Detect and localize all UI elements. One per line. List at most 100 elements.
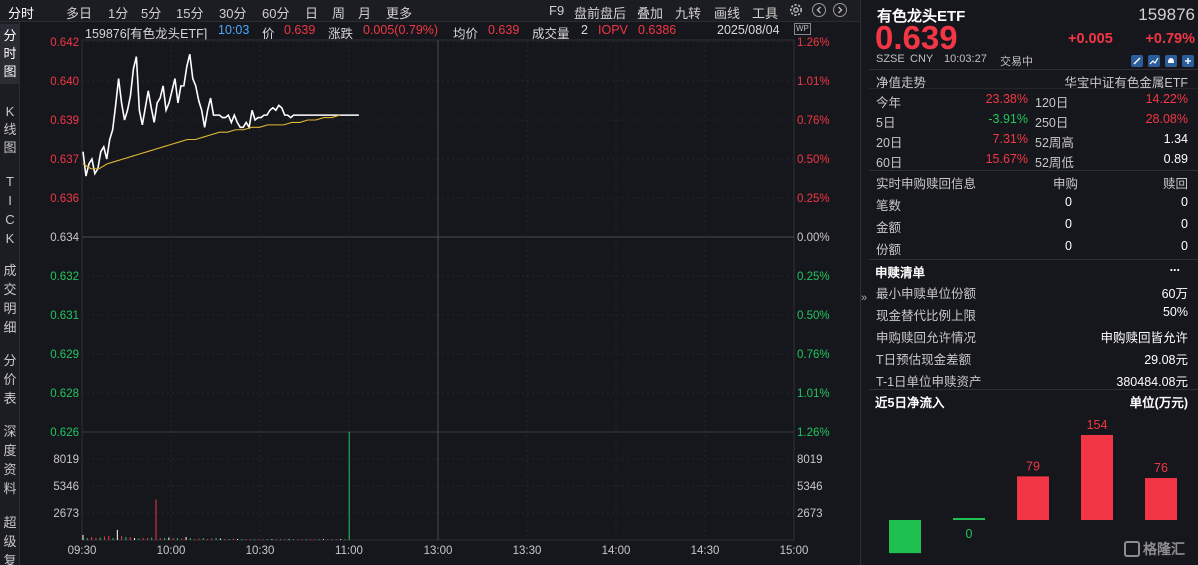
netflow-bar xyxy=(889,520,921,554)
subscription-row-label: 份额 xyxy=(876,243,902,257)
time-tick-label: 10:00 xyxy=(157,545,186,557)
redemption-row-value: 60万 xyxy=(1161,287,1188,301)
volume-tick-label: 8019 xyxy=(53,454,79,466)
redemption-row-value: 29.08元 xyxy=(1144,353,1188,367)
subscription-col-purchase: 申购 xyxy=(1053,177,1079,191)
time-tick-label: 14:30 xyxy=(691,545,720,557)
subscription-col-redeem: 赎回 xyxy=(1162,177,1188,191)
watermark-logo-icon xyxy=(1124,541,1140,557)
time-tick-label: 14:00 xyxy=(602,545,631,557)
nav-row-value: 23.38% xyxy=(985,92,1028,106)
time-tick-label: 15:00 xyxy=(780,545,809,557)
price-tick-label: 0.629 xyxy=(50,349,79,361)
currency-label: CNY xyxy=(910,53,934,65)
redemption-list-title: 申赎清单 xyxy=(875,266,926,280)
pct-tick-label: 1.01% xyxy=(797,388,830,400)
price-line xyxy=(82,53,359,177)
nav-row-label: 5日 xyxy=(876,116,896,130)
pencil-icon[interactable] xyxy=(1131,55,1143,67)
redemption-row-label: 申购赎回允许情况 xyxy=(876,331,977,345)
time-tick-label: 11:00 xyxy=(335,545,363,557)
netflow-title: 近5日净流入 xyxy=(875,396,945,410)
avg-price-line xyxy=(82,114,341,170)
price-tick-label: 0.642 xyxy=(50,37,79,49)
quote-time: 10:03:27 xyxy=(944,53,987,65)
bell-icon[interactable] xyxy=(1165,55,1177,67)
subscription-row-label: 笔数 xyxy=(876,199,902,213)
volume-tick-label-right: 5346 xyxy=(797,481,823,493)
pct-tick-label: 1.26% xyxy=(797,427,830,439)
price-tick-label: 0.636 xyxy=(50,193,79,205)
netflow-value-label: 154 xyxy=(1087,418,1108,432)
subscription-row-purchase: 0 xyxy=(1065,239,1072,253)
price-tick-label: 0.640 xyxy=(50,76,79,88)
redemption-row-label: 现金替代比例上限 xyxy=(876,309,977,323)
nav-row-value: -3.91% xyxy=(988,112,1028,126)
pct-tick-label: 1.01% xyxy=(797,76,830,88)
netflow-bar xyxy=(953,518,985,520)
subscription-row-purchase: 0 xyxy=(1065,217,1072,231)
nav-row-value-2: 14.22% xyxy=(1145,92,1188,106)
subscription-row-redeem: 0 xyxy=(1181,239,1188,253)
price-lines xyxy=(82,53,359,177)
pct-tick-label: 0.50% xyxy=(797,154,830,166)
nav-row-label-2: 250日 xyxy=(1035,116,1069,130)
subscription-row-label: 金额 xyxy=(876,221,902,235)
price-tick-label: 0.637 xyxy=(50,154,79,166)
nav-row-label-2: 52周低 xyxy=(1035,156,1074,170)
price-tick-label: 0.631 xyxy=(50,310,79,322)
market-label: SZSE xyxy=(876,53,905,65)
pct-tick-label: 0.25% xyxy=(797,193,830,205)
time-tick-label: 10:30 xyxy=(246,545,275,557)
subscription-row-redeem: 0 xyxy=(1181,195,1188,209)
redemption-row-label: T日预估现金差额 xyxy=(876,353,972,367)
price-tick-label: 0.628 xyxy=(50,388,79,400)
pct-tick-label: 0.25% xyxy=(797,271,830,283)
intraday-chart[interactable]: 0.642 1.26% 0.640 1.01% 0.639 0.76% 0.637 0.50%… xyxy=(0,0,860,565)
netflow-bar xyxy=(1145,478,1177,520)
realtime-subscription-title: 实时申购赎回信息 xyxy=(876,177,977,191)
price-change: +0.005 xyxy=(1068,31,1113,47)
redemption-list-more[interactable]: ... xyxy=(1170,260,1180,274)
pct-tick-label: 0.00% xyxy=(797,232,830,244)
trading-status: 交易中 xyxy=(1000,56,1033,68)
nav-row-label-2: 52周高 xyxy=(1035,136,1074,150)
volume-tick-label: 2673 xyxy=(53,508,79,520)
nav-row-value: 7.31% xyxy=(992,132,1028,146)
price-tick-label: 0.634 xyxy=(50,232,79,244)
subscription-row-redeem: 0 xyxy=(1181,217,1188,231)
subscription-row-purchase: 0 xyxy=(1065,195,1072,209)
chart-icon[interactable] xyxy=(1148,55,1160,67)
nav-row-label-2: 120日 xyxy=(1035,96,1069,110)
nav-row-value: 15.67% xyxy=(985,152,1028,166)
nav-row-value-2: 0.89 xyxy=(1163,152,1188,166)
watermark: 格隆汇 xyxy=(1124,539,1185,559)
security-code: 159876 xyxy=(1138,5,1195,24)
collapse-panel-icon[interactable]: » xyxy=(861,292,867,304)
pct-tick-label: 0.76% xyxy=(797,115,830,127)
redemption-row-label: T-1日单位申赎资产 xyxy=(876,375,982,389)
nav-row-value-2: 28.08% xyxy=(1145,112,1188,126)
chart-grid xyxy=(81,39,795,541)
volume-tick-label: 5346 xyxy=(53,481,79,493)
plus-icon[interactable] xyxy=(1182,55,1194,67)
netflow-bar xyxy=(1081,435,1113,520)
price-tick-label: 0.626 xyxy=(50,427,79,439)
netflow-unit: 单位(万元) xyxy=(1129,396,1188,410)
volume-tick-label-right: 8019 xyxy=(797,454,823,466)
time-tick-label: 09:30 xyxy=(68,545,97,557)
netflow-value-label: 79 xyxy=(1026,459,1040,473)
nav-row-label: 今年 xyxy=(876,96,902,110)
netflow-bar xyxy=(1017,476,1049,520)
redemption-row-label: 最小申赎单位份额 xyxy=(876,287,977,301)
pct-tick-label: 0.76% xyxy=(797,349,830,361)
price-change-pct: +0.79% xyxy=(1145,31,1195,47)
pct-tick-label: 0.50% xyxy=(797,310,830,322)
netflow-value-label: 76 xyxy=(1154,461,1168,475)
redemption-row-value: 380484.08元 xyxy=(1116,375,1188,389)
netflow-value-label: 0 xyxy=(966,527,973,541)
pct-tick-label: 1.26% xyxy=(797,37,830,49)
volume-tick-label-right: 2673 xyxy=(797,508,823,520)
last-price: 0.639 xyxy=(875,19,958,56)
quote-panel: 有色龙头ETF 159876 0.639 +0.005 +0.79% SZSE … xyxy=(860,0,1198,565)
